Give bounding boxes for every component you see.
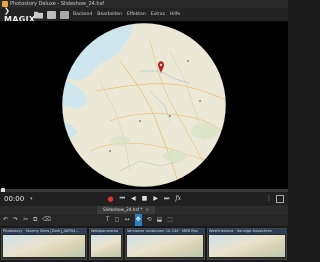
rotate-icon[interactable]: ⟲ bbox=[147, 214, 152, 226]
text-icon[interactable]: T bbox=[106, 214, 110, 226]
clip-thumbnail bbox=[3, 235, 85, 257]
rewind-button[interactable]: ◀ bbox=[131, 192, 136, 206]
clip-label: Waldpanorama bbox=[91, 229, 123, 234]
title-bar: Photostory Deluxe - Slideshow_24.hsf bbox=[0, 0, 288, 8]
tab-close-icon[interactable]: × bbox=[146, 207, 150, 212]
undo-icon[interactable]: ↶ bbox=[3, 214, 8, 226]
menu-bar: ❯MAGIX Backend Bearbeiten Effekten Extra… bbox=[0, 7, 288, 24]
open-folder-icon[interactable] bbox=[34, 11, 43, 19]
transport-bar: 00:00 ▾ ● ⏮ ◀ ■ ▶ ⏭ fx ⋮ bbox=[0, 192, 288, 206]
tab-label: Slideshow_24.hsf * bbox=[103, 207, 143, 212]
menu-item-bearbeiten[interactable]: Bearbeiten bbox=[97, 12, 122, 17]
stop-button[interactable]: ■ bbox=[142, 192, 148, 206]
menu-item-backend[interactable]: Backend bbox=[73, 12, 92, 17]
edit-toolbar: ↶ ↷ ✂ ⧉ ⌫ T ◻ ↔ ✥ ⟲ ⬓ ⬚ bbox=[0, 214, 288, 226]
clip-label: Photostory · Stormy Skies [Dark]_AKPD4..… bbox=[3, 229, 87, 234]
timeline[interactable]: Photostory · Stormy Skies [Dark]_AKPD4..… bbox=[0, 226, 288, 262]
menu-item-extras[interactable]: Extras bbox=[151, 12, 165, 17]
clip-thumbnail bbox=[127, 235, 203, 257]
effects-button[interactable]: fx bbox=[175, 192, 181, 206]
clip-thumbnail bbox=[91, 235, 121, 257]
timeline-clip[interactable]: Photostory · Stormy Skies [Dark]_AKPD4..… bbox=[1, 228, 87, 260]
more-options-icon[interactable]: ⋮ bbox=[266, 195, 272, 203]
copy-icon[interactable]: ⧉ bbox=[33, 214, 37, 226]
play-button[interactable]: ▶ bbox=[153, 192, 158, 206]
delete-icon[interactable]: ⌫ bbox=[42, 214, 50, 226]
print-icon[interactable] bbox=[60, 10, 69, 19]
frame-icon[interactable]: ◻ bbox=[115, 214, 120, 226]
menu-item-hilfe[interactable]: Hilfe bbox=[170, 12, 180, 17]
timeline-clip[interactable]: Westfriesland · Sonnige Aussichten bbox=[207, 228, 287, 260]
record-button[interactable]: ● bbox=[108, 192, 114, 206]
map-globe bbox=[61, 22, 227, 188]
clip-label: Versiones cantonium 1A 24X · MKB Rea bbox=[127, 229, 205, 234]
preview-options: ⋮ bbox=[266, 195, 284, 203]
timeline-clip[interactable]: Versiones cantonium 1A 24X · MKB Rea bbox=[125, 228, 205, 260]
redo-icon[interactable]: ↷ bbox=[13, 214, 18, 226]
timecode-display[interactable]: 00:00 bbox=[0, 195, 30, 203]
skip-start-button[interactable]: ⏮ bbox=[120, 192, 125, 206]
save-icon[interactable] bbox=[47, 10, 56, 19]
menu-item-effekten[interactable]: Effekten bbox=[127, 12, 146, 17]
clip-thumbnail bbox=[209, 235, 285, 257]
select-icon[interactable]: ⬚ bbox=[167, 214, 173, 226]
cut-icon[interactable]: ✂ bbox=[23, 214, 28, 226]
skip-end-button[interactable]: ⏭ bbox=[164, 192, 169, 206]
tab-slideshow[interactable]: Slideshow_24.hsf * × bbox=[97, 206, 156, 214]
timeline-clip[interactable]: Waldpanorama bbox=[89, 228, 123, 260]
crop-icon[interactable]: ⬓ bbox=[157, 214, 163, 226]
timecode-dropdown-icon[interactable]: ▾ bbox=[30, 196, 33, 202]
project-tab-bar: Slideshow_24.hsf * × bbox=[0, 206, 288, 214]
clip-label: Westfriesland · Sonnige Aussichten bbox=[209, 229, 287, 234]
move-icon[interactable]: ✥ bbox=[134, 214, 142, 226]
resize-icon[interactable]: ↔ bbox=[125, 214, 130, 226]
fullscreen-icon[interactable] bbox=[276, 195, 284, 203]
video-preview[interactable] bbox=[0, 21, 288, 189]
